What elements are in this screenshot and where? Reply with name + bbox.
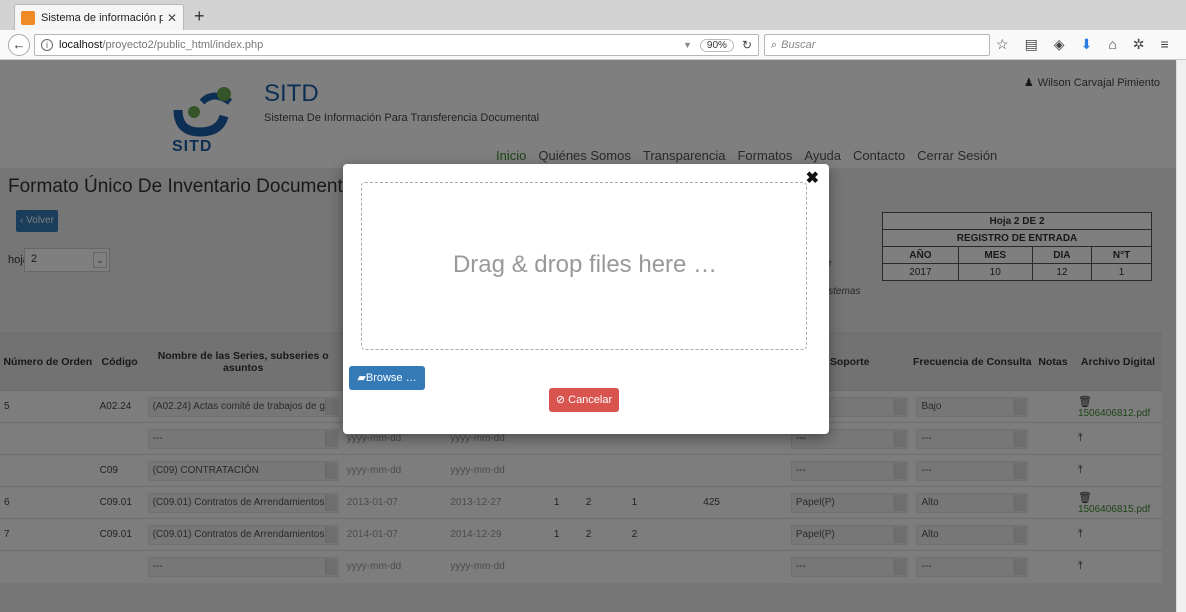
pocket-icon[interactable]: ◈ (1054, 36, 1065, 53)
file-dropzone[interactable]: Drag & drop files here … (361, 182, 807, 350)
back-arrow-icon[interactable]: ← (8, 34, 30, 56)
upload-modal: ✖ Drag & drop files here … ▰Browse … ⊘ C… (343, 164, 829, 434)
new-tab-icon[interactable]: + (194, 6, 205, 27)
site-favicon-icon (21, 10, 35, 25)
ban-icon: ⊘ (555, 394, 569, 406)
browse-label: Browse … (365, 372, 417, 384)
search-icon: ⌕ (771, 38, 778, 51)
url-path: /proyecto2/public_html/index.php (102, 39, 264, 51)
search-placeholder: Buscar (781, 39, 816, 51)
tab-title: Sistema de información par (41, 11, 163, 24)
menu-icon[interactable]: ≡ (1161, 36, 1169, 53)
url-bar[interactable]: i localhost /proyecto2/public_html/index… (34, 34, 759, 56)
reading-list-icon[interactable]: ▤ (1025, 36, 1038, 53)
dropdown-chevron-icon[interactable]: ▼ (683, 40, 692, 50)
folder-open-icon: ▰ (357, 372, 366, 384)
home-icon[interactable]: ⌂ (1108, 36, 1116, 53)
extension-icon[interactable]: ✲ (1133, 36, 1145, 53)
zoom-level[interactable]: 90% (699, 38, 734, 52)
info-icon[interactable]: i (41, 39, 53, 51)
tab-close-icon[interactable]: ✕ (167, 11, 177, 25)
cancel-button[interactable]: ⊘ Cancelar (549, 388, 619, 412)
search-input[interactable]: ⌕ Buscar (764, 34, 990, 56)
cancel-label: Cancelar (568, 394, 613, 406)
download-icon[interactable]: ⬇ (1081, 36, 1093, 53)
bookmark-star-icon[interactable]: ☆ (996, 36, 1009, 53)
browser-tab[interactable]: Sistema de información par ✕ (14, 4, 184, 30)
dropzone-text: Drag & drop files here … (452, 251, 718, 278)
reload-icon[interactable]: ↻ (742, 38, 752, 52)
close-icon[interactable]: ✖ (806, 168, 819, 188)
browse-button[interactable]: ▰Browse … (349, 366, 425, 390)
browser-tabbar: Sistema de información par ✕ + (0, 0, 1186, 30)
browser-navbar: ← i localhost /proyecto2/public_html/ind… (0, 30, 1186, 60)
page-scrollbar[interactable] (1176, 60, 1186, 612)
url-host: localhost (59, 39, 103, 51)
